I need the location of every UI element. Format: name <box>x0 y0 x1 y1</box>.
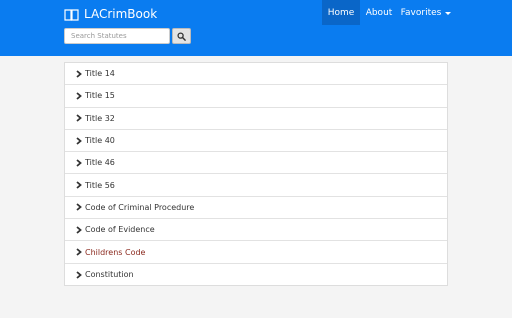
chevron-right-icon <box>76 248 82 256</box>
brand-link[interactable]: LACrimBook <box>64 6 157 22</box>
nav-home[interactable]: Home <box>322 0 360 25</box>
nav-favorites-label: Favorites <box>400 7 442 18</box>
list-item-title-46[interactable]: Title 46 <box>65 152 447 175</box>
caret-down-icon <box>445 11 452 15</box>
statute-list: Title 14 Title 15 Title 32 Title 40 Titl… <box>64 62 448 286</box>
chevron-right-icon <box>76 226 82 234</box>
nav-home-label: Home <box>327 7 355 18</box>
nav-about[interactable]: About <box>362 0 396 25</box>
list-item-label: Title 32 <box>85 113 115 123</box>
list-item-childrens-code[interactable]: Childrens Code <box>65 241 447 264</box>
list-item-title-14[interactable]: Title 14 <box>65 63 447 86</box>
list-item-label: Constitution <box>85 270 134 280</box>
chevron-right-icon <box>76 92 82 100</box>
navbar: LACrimBook Home About Favorites <box>0 0 512 56</box>
list-item-label: Title 46 <box>85 158 115 168</box>
list-item-label: Title 15 <box>85 91 115 101</box>
list-item-label: Title 14 <box>85 69 115 79</box>
list-item-constitution[interactable]: Constitution <box>65 264 447 286</box>
chevron-right-icon <box>76 203 82 212</box>
book-icon <box>64 8 79 21</box>
search-button[interactable] <box>172 28 191 44</box>
list-item-code-of-criminal-procedure[interactable]: Code of Criminal Procedure <box>65 197 447 220</box>
chevron-right-icon <box>76 181 82 189</box>
chevron-right-icon <box>76 271 82 279</box>
list-item-label: Code of Evidence <box>85 225 155 235</box>
search-icon <box>177 31 186 41</box>
chevron-right-icon <box>76 69 82 78</box>
list-item-label: Title 40 <box>85 136 115 146</box>
list-item-code-of-evidence[interactable]: Code of Evidence <box>65 219 447 242</box>
list-item-title-56[interactable]: Title 56 <box>65 174 447 197</box>
brand-name: LACrimBook <box>84 7 158 21</box>
chevron-right-icon <box>76 136 82 145</box>
search-input[interactable] <box>64 28 170 44</box>
list-item-title-40[interactable]: Title 40 <box>65 130 447 153</box>
list-item-label: Title 56 <box>85 180 115 190</box>
list-item-title-15[interactable]: Title 15 <box>65 85 447 108</box>
nav-about-label: About <box>365 7 393 18</box>
list-item-label: Code of Criminal Procedure <box>85 202 195 212</box>
list-item-label: Childrens Code <box>85 247 146 257</box>
chevron-right-icon <box>76 159 82 167</box>
nav-favorites[interactable]: Favorites <box>398 0 454 25</box>
chevron-right-icon <box>76 114 82 122</box>
list-item-title-32[interactable]: Title 32 <box>65 108 447 130</box>
